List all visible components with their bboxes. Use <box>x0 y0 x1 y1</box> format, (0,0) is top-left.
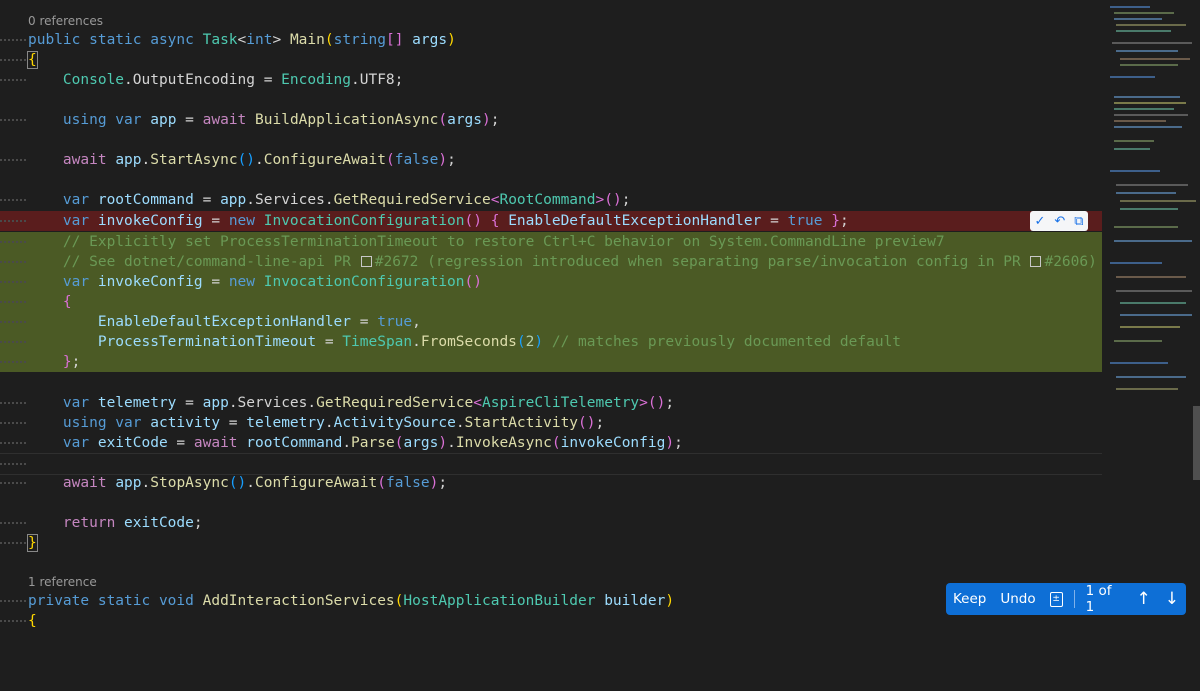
code-line-stop-async: await app.StopAsync().ConfigureAwait(fal… <box>0 473 1102 493</box>
undo-button[interactable]: Undo <box>993 583 1042 615</box>
code-line-added-termination-timeout: ProcessTerminationTimeout = TimeSpan.Fro… <box>0 332 1102 352</box>
arrow-down-icon[interactable]: ↓ <box>1158 583 1186 615</box>
arrow-up-icon[interactable]: ↑ <box>1130 583 1158 615</box>
indent-guide <box>0 159 26 161</box>
code-line-activity: using var activity = telemetry.ActivityS… <box>0 413 1102 433</box>
indent-guide <box>0 620 26 622</box>
code-line-return: return exitCode; <box>0 513 1102 533</box>
indent-guide <box>0 199 26 201</box>
codelens-main-references[interactable]: 0 references <box>28 12 103 30</box>
indent-guide <box>0 482 26 484</box>
code-line-start-async: await app.StartAsync().ConfigureAwait(fa… <box>0 150 1102 170</box>
link-icon <box>1030 256 1042 267</box>
indent-guide <box>0 422 26 424</box>
minimap[interactable] <box>1102 0 1200 628</box>
code-line-main-signature: public static async Task<int> Main(strin… <box>0 30 1102 50</box>
code-line-add-interaction-services: private static void AddInteractionServic… <box>0 591 1102 611</box>
indent-guide <box>0 442 26 444</box>
indent-guide <box>0 220 26 222</box>
indent-guide <box>0 59 26 61</box>
indent-guide <box>0 79 26 81</box>
link-icon <box>360 256 372 267</box>
file-diff-icon[interactable]: ⧉ <box>1074 214 1083 229</box>
inline-change-actions: ✓ ↶ ⧉ <box>1030 211 1088 231</box>
code-line-telemetry: var telemetry = app.Services.GetRequired… <box>0 393 1102 413</box>
code-line-added-invoke-config: var invokeConfig = new InvocationConfigu… <box>0 272 1102 292</box>
indent-guide <box>0 402 26 404</box>
indent-guide <box>0 600 26 602</box>
indent-guide <box>0 261 26 263</box>
code-line-close-brace: } <box>0 533 1102 553</box>
toolbar-separator <box>1073 590 1075 608</box>
code-editor[interactable]: 0 references public static async Task<in… <box>0 0 1102 631</box>
code-line-added-comment-2: // See dotnet/command-line-api PR #2672 … <box>0 252 1102 272</box>
code-line-open-brace: { <box>0 50 1102 70</box>
indent-guide <box>0 361 26 363</box>
code-line-root-command: var rootCommand = app.Services.GetRequir… <box>0 190 1102 210</box>
code-line-console-encoding: Console.OutputEncoding = Encoding.UTF8; <box>0 70 1102 90</box>
indent-guide <box>0 341 26 343</box>
codelens-interaction-references[interactable]: 1 reference <box>28 573 97 591</box>
indent-guide <box>0 39 26 41</box>
code-line-using-app: using var app = await BuildApplicationAs… <box>0 110 1102 130</box>
indent-guide <box>0 463 26 465</box>
code-line-open-brace-2: { <box>0 611 1102 631</box>
code-line-added-comment-1: // Explicitly set ProcessTerminationTime… <box>0 232 1102 252</box>
code-line-added-exception-handler: EnableDefaultExceptionHandler = true, <box>0 312 1102 332</box>
indent-guide <box>0 321 26 323</box>
code-line-empty-current <box>0 453 1102 475</box>
indent-guide <box>0 241 26 243</box>
indent-guide <box>0 119 26 121</box>
keep-button[interactable]: Keep <box>946 583 993 615</box>
chat-edits-toolbar: Keep Undo ± 1 of 1 ↑ ↓ <box>946 583 1186 615</box>
code-line-deleted-invoke-config: var invokeConfig = new InvocationConfigu… <box>0 211 1102 231</box>
minimap-scroll-slider[interactable] <box>1193 406 1200 480</box>
undo-icon[interactable]: ↶ <box>1054 214 1065 229</box>
indent-guide <box>0 301 26 303</box>
check-icon[interactable]: ✓ <box>1034 214 1045 229</box>
code-line-added-open-brace: { <box>0 292 1102 312</box>
change-counter: 1 of 1 <box>1085 583 1112 615</box>
code-line-added-close-brace: }; <box>0 352 1102 372</box>
diff-icon[interactable]: ± <box>1043 583 1070 615</box>
indent-guide <box>0 522 26 524</box>
indent-guide <box>0 542 26 544</box>
indent-guide <box>0 281 26 283</box>
code-line-exit-code: var exitCode = await rootCommand.Parse(a… <box>0 433 1102 453</box>
